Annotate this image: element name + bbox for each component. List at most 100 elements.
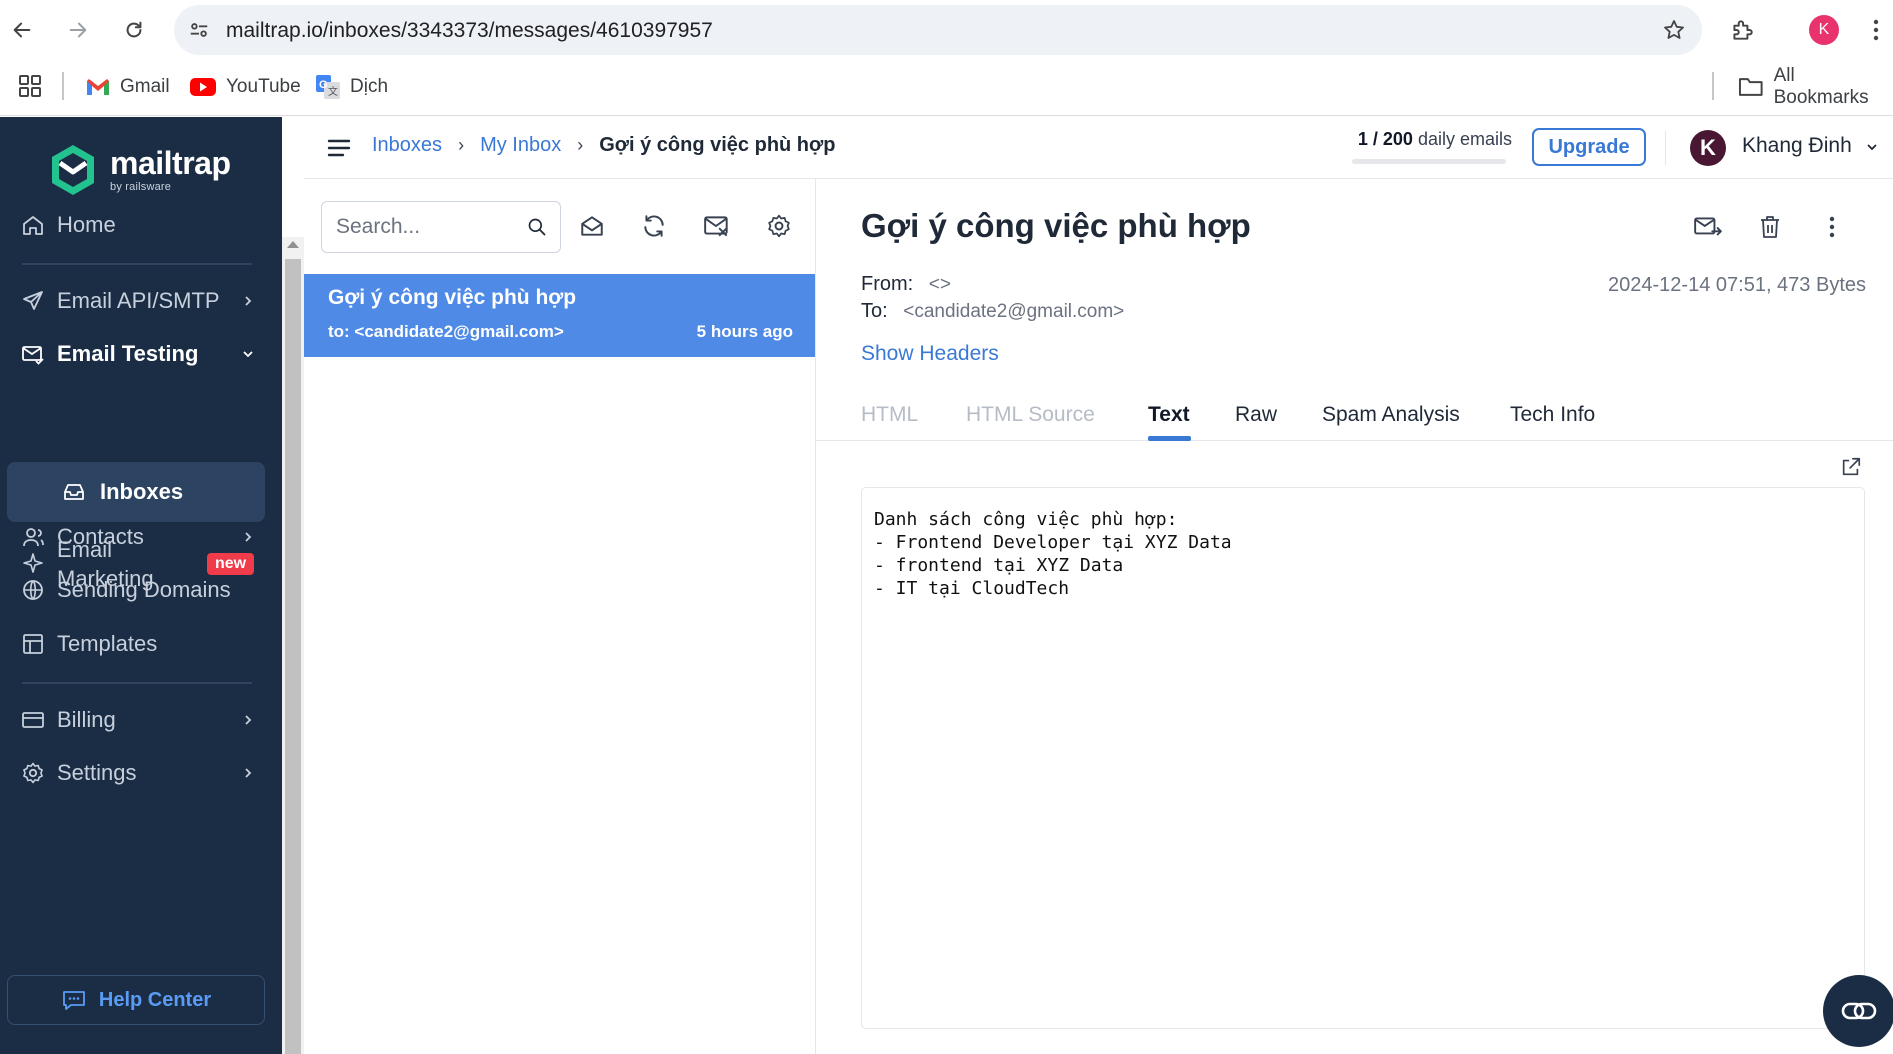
all-bookmarks-button[interactable]: All Bookmarks	[1738, 65, 1893, 108]
tab-raw[interactable]: Raw	[1235, 403, 1277, 427]
search-field[interactable]	[321, 201, 561, 253]
breadcrumb-current: Gợi ý công việc phù hợp	[599, 134, 836, 156]
chevron-right-icon	[240, 293, 256, 309]
upgrade-button[interactable]: Upgrade	[1532, 128, 1646, 166]
more-options-icon[interactable]	[1816, 211, 1848, 243]
mark-read-icon[interactable]	[577, 211, 607, 241]
sidebar-item-email-api[interactable]: Email API/SMTP	[0, 275, 282, 327]
sidebar-item-home[interactable]: Home	[0, 199, 282, 251]
to-value: <candidate2@gmail.com>	[903, 301, 1125, 322]
reload-icon	[126, 21, 142, 38]
message-body-text: Danh sách công việc phù hợp: - Frontend …	[874, 509, 1232, 599]
bookmarks-divider-right	[1712, 72, 1714, 100]
inbox-icon	[61, 479, 87, 505]
sidebar-divider	[22, 682, 252, 684]
chevron-right-icon	[240, 712, 256, 728]
search-icon[interactable]	[526, 216, 548, 238]
globe-icon	[20, 577, 46, 603]
url-text[interactable]: mailtrap.io/inboxes/3343373/messages/461…	[226, 19, 713, 43]
tab-spam-analysis[interactable]: Spam Analysis	[1322, 403, 1460, 427]
breadcrumb-inboxes[interactable]: Inboxes	[372, 134, 442, 157]
bookmarks-bar: Gmail YouTube G文 Dịch All Bookmarks	[0, 60, 1893, 116]
back-arrow-icon	[13, 22, 31, 38]
site-info-icon[interactable]	[184, 15, 214, 45]
sidebar-item-templates[interactable]: Templates	[0, 618, 282, 670]
mailtrap-logo-icon	[52, 145, 94, 195]
bookmark-star-icon[interactable]	[1660, 16, 1688, 44]
open-external-icon[interactable]	[1839, 455, 1863, 479]
message-detail-panel: Gợi ý công việc phù hợp From: <> To: <ca…	[816, 179, 1893, 1054]
forward-mail-icon[interactable]	[1692, 211, 1724, 243]
daily-email-usage: 1 / 200 daily emails	[1352, 129, 1512, 150]
app-header: Inboxes › My Inbox › Gợi ý công việc phù…	[304, 117, 1893, 179]
message-subject: Gợi ý công việc phù hợp	[328, 286, 577, 309]
mail-check-icon	[20, 341, 46, 367]
send-icon	[20, 288, 46, 314]
clear-inbox-icon[interactable]	[702, 211, 732, 241]
bookmark-translate[interactable]: G文 Dịch	[316, 72, 388, 102]
browser-toolbar: mailtrap.io/inboxes/3343373/messages/461…	[0, 0, 1893, 60]
reload-button[interactable]	[116, 12, 152, 48]
sidebar-item-billing[interactable]: Billing	[0, 694, 282, 746]
back-button[interactable]	[4, 12, 40, 48]
message-recipient: to: <candidate2@gmail.com>	[328, 322, 564, 341]
trash-icon[interactable]	[1754, 211, 1786, 243]
browser-profile-avatar[interactable]: K	[1809, 15, 1839, 45]
tab-text[interactable]: Text	[1148, 403, 1190, 427]
search-input[interactable]	[336, 214, 516, 240]
avatar[interactable]: K	[1690, 130, 1726, 166]
extensions-icon[interactable]	[1726, 14, 1758, 46]
daily-usage-bar	[1352, 159, 1506, 164]
hamburger-menu-icon[interactable]	[326, 135, 352, 161]
from-line: From: <>	[861, 273, 951, 296]
tab-html-source[interactable]: HTML Source	[966, 403, 1095, 427]
forward-button[interactable]	[60, 12, 96, 48]
folder-icon	[1738, 78, 1763, 96]
show-headers-link[interactable]: Show Headers	[861, 342, 999, 366]
sidebar: mailtrap by railsware Home Email API/SMT…	[0, 117, 282, 1054]
list-item[interactable]: Gợi ý công việc phù hợp to: <candidate2@…	[304, 274, 815, 357]
scrollbar-thumb[interactable]	[285, 259, 301, 1054]
tab-tech-info[interactable]: Tech Info	[1510, 403, 1595, 427]
home-icon	[20, 212, 46, 238]
translate-icon: G文	[316, 75, 340, 99]
chevron-down-icon[interactable]	[1864, 139, 1880, 155]
message-time: 5 hours ago	[696, 322, 793, 341]
chat-icon	[62, 991, 85, 1010]
breadcrumb-my-inbox[interactable]: My Inbox	[480, 134, 561, 157]
mailtrap-logo[interactable]: mailtrap by railsware	[48, 143, 231, 197]
active-tab-indicator	[1148, 436, 1191, 441]
breadcrumb: Inboxes › My Inbox › Gợi ý công việc phù…	[372, 134, 835, 157]
apps-grid-icon[interactable]	[18, 74, 42, 98]
message-meta: 2024-12-14 07:51, 473 Bytes	[1608, 274, 1866, 296]
sidebar-scrollbar[interactable]	[282, 237, 304, 1054]
daily-email-label: daily emails	[1417, 129, 1512, 149]
gmail-icon	[87, 79, 109, 95]
tab-html[interactable]: HTML	[861, 403, 918, 427]
user-name[interactable]: Khang Đinh	[1742, 134, 1852, 158]
message-list-panel: Gợi ý công việc phù hợp to: <candidate2@…	[304, 179, 816, 1054]
svg-text:文: 文	[328, 85, 338, 98]
bookmark-youtube[interactable]: YouTube	[190, 72, 301, 102]
chevron-right-icon	[240, 765, 256, 781]
help-center-button[interactable]: Help Center	[7, 975, 265, 1025]
address-bar[interactable]: mailtrap.io/inboxes/3343373/messages/461…	[174, 5, 1702, 55]
scroll-up-arrow-icon[interactable]	[287, 241, 299, 248]
sidebar-item-sending-domains[interactable]: Sending Domains	[0, 564, 282, 616]
bookmark-gmail[interactable]: Gmail	[86, 72, 170, 102]
credit-card-icon	[20, 707, 46, 733]
browser-menu-icon[interactable]	[1866, 14, 1886, 46]
refresh-icon[interactable]	[639, 211, 669, 241]
chat-widget-icon	[1841, 1002, 1877, 1020]
to-label: To:	[861, 300, 888, 322]
inbox-settings-gear-icon[interactable]	[764, 211, 794, 241]
sidebar-item-contacts[interactable]: Contacts	[0, 511, 282, 563]
chevron-down-icon	[240, 346, 256, 362]
sidebar-divider	[22, 263, 252, 265]
sidebar-item-email-testing[interactable]: Email Testing	[0, 328, 282, 380]
sidebar-item-settings[interactable]: Settings	[0, 747, 282, 799]
support-chat-button[interactable]	[1823, 975, 1893, 1047]
chevron-right-icon	[240, 529, 256, 545]
message-body-frame: Danh sách công việc phù hợp: - Frontend …	[861, 487, 1865, 1029]
template-icon	[20, 631, 46, 657]
